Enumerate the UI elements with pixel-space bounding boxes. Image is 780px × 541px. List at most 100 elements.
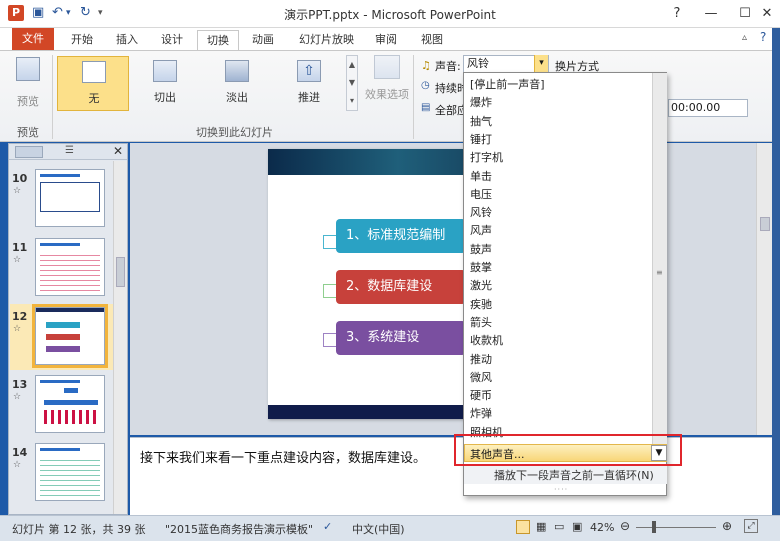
slide-thumbnail-13[interactable] (35, 375, 105, 433)
dropdown-scrollbar[interactable]: ≡ (652, 73, 667, 457)
sound-list-item[interactable]: 爆炸 (468, 94, 648, 112)
sound-list-item[interactable]: [停止前一声音] (468, 76, 648, 94)
thumb-title (40, 243, 80, 246)
sound-list-item[interactable]: 炸弹 (468, 405, 648, 423)
status-bar: 幻灯片 第 12 张，共 39 张 "2015蓝色商务报告演示模板" ✓ 中文(… (0, 515, 780, 541)
sound-list-item[interactable]: 微风 (468, 369, 648, 387)
language: 中文(中国) (352, 523, 405, 536)
transition-none-icon (82, 61, 106, 83)
preview-button[interactable]: 预览 (12, 57, 44, 117)
sound-list-item[interactable]: 硬币 (468, 387, 648, 405)
zoom-in-icon[interactable]: ⊕ (722, 519, 732, 533)
zoom-out-icon[interactable]: ⊖ (620, 519, 630, 533)
notes-text: 接下来我们来看一下重点建设内容，数据库建设。 (140, 451, 427, 466)
sound-list-item[interactable]: 打字机 (468, 149, 648, 167)
slide-number: 10 (12, 172, 28, 185)
zoom-slider-thumb[interactable] (652, 521, 656, 533)
duration-icon: ◷ (421, 80, 430, 91)
slide-star-icon: ☆ (13, 186, 22, 196)
group-separator (52, 55, 53, 139)
preview-icon (16, 57, 40, 81)
slideshow-icon[interactable]: ▣ (572, 520, 582, 533)
sound-select[interactable]: 风铃 ▾ (463, 55, 549, 73)
normal-view-icon[interactable] (516, 520, 530, 534)
slides-scrollbar[interactable] (113, 161, 127, 514)
preview-group-label: 预览 (17, 126, 39, 139)
fit-to-window-icon[interactable]: ⤢ (744, 519, 758, 533)
transition-fade[interactable]: 淡出 (204, 56, 270, 111)
tab-insert[interactable]: 插入 (107, 30, 147, 50)
spellcheck-icon[interactable]: ✓ (323, 520, 332, 533)
help-circle-icon[interactable]: ? (760, 30, 766, 44)
scroll-thumb[interactable] (760, 217, 770, 231)
thumb-pill-2 (46, 334, 80, 340)
thumb-title (40, 448, 80, 451)
minimize-button[interactable]: — (694, 0, 728, 28)
gallery-scroll[interactable]: ▲ ▼ ▾ (346, 55, 358, 111)
sound-list-item[interactable]: 疾驰 (468, 296, 648, 314)
sound-label: 声音: (435, 60, 461, 73)
sound-list-item[interactable]: 箭头 (468, 314, 648, 332)
slide-star-icon: ☆ (13, 324, 22, 334)
scroll-thumb[interactable] (116, 257, 125, 287)
sound-list-item[interactable]: 电压 (468, 186, 648, 204)
tab-review[interactable]: 审阅 (366, 30, 406, 50)
scroll-grip-icon[interactable]: ≡ (656, 268, 663, 277)
slide-item-2[interactable]: 2、数据库建设 (336, 270, 466, 304)
tab-view[interactable]: 视图 (412, 30, 452, 50)
sound-list-item[interactable]: 收款机 (468, 332, 648, 350)
transition-push-label: 推进 (298, 91, 320, 104)
slide-sorter-icon[interactable]: ▦ (536, 520, 546, 533)
slide-thumbnail-14[interactable] (35, 443, 105, 501)
slide-number: 13 (12, 378, 28, 391)
thumb-pill-1 (46, 322, 80, 328)
sound-dropdown-arrow-icon[interactable]: ▾ (534, 55, 548, 73)
slide-thumbnail-10[interactable] (35, 169, 105, 227)
transition-push[interactable]: ⇧ 推进 (276, 56, 342, 111)
tab-file[interactable]: 文件 (12, 28, 54, 50)
loop-option-item[interactable]: 播放下一段声音之前一直循环(N) (464, 464, 667, 484)
editor-scrollbar[interactable] (756, 143, 772, 435)
sound-list-item[interactable]: 风声 (468, 222, 648, 240)
tab-transitions[interactable]: 切换 (197, 30, 239, 50)
sound-list-item[interactable]: 激光 (468, 277, 648, 295)
slide-item-1[interactable]: 1、标准规范编制 (336, 219, 466, 253)
slide-thumbnail-12[interactable] (32, 304, 108, 368)
resize-grip-icon[interactable]: ···· (554, 485, 568, 494)
sound-list-item[interactable]: 抽气 (468, 113, 648, 131)
transition-none[interactable]: 无 (57, 56, 129, 111)
zoom-slider[interactable] (636, 527, 716, 528)
transition-fade-label: 淡出 (226, 91, 248, 104)
sound-list-item[interactable]: 鼓掌 (468, 259, 648, 277)
slide-star-icon: ☆ (13, 255, 22, 265)
slides-tab-icon[interactable] (15, 146, 43, 158)
transition-cut[interactable]: 切出 (132, 56, 198, 111)
close-pane-icon[interactable]: ✕ (113, 144, 123, 158)
close-button[interactable]: ✕ (754, 0, 780, 28)
sound-list-item[interactable]: 鼓声 (468, 241, 648, 259)
sound-list-item[interactable]: 锤打 (468, 131, 648, 149)
sound-list-item[interactable]: 单击 (468, 168, 648, 186)
effect-options-icon (374, 55, 400, 79)
outline-tab-icon[interactable]: ☰ (65, 145, 74, 156)
tab-design[interactable]: 设计 (152, 30, 192, 50)
slide-number: 11 (12, 241, 28, 254)
tab-animations[interactable]: 动画 (243, 30, 283, 50)
thumb-top-band (36, 308, 104, 312)
slide-star-icon: ☆ (13, 392, 22, 402)
thumb-table (40, 456, 100, 496)
collapse-ribbon-icon[interactable]: ▵ (742, 32, 747, 43)
reading-view-icon[interactable]: ▭ (554, 520, 564, 533)
slide-thumbnail-11[interactable] (35, 238, 105, 296)
effect-options-label: 效果选项 (365, 88, 409, 101)
effect-options-button[interactable]: 效果选项 (362, 55, 412, 115)
help-icon[interactable]: ? (660, 0, 694, 28)
slide-item-3[interactable]: 3、系统建设 (336, 321, 466, 355)
time-input[interactable]: 00:00.00 (668, 99, 748, 117)
tab-home[interactable]: 开始 (62, 30, 102, 50)
sound-list-item[interactable]: 推动 (468, 351, 648, 369)
tab-slideshow[interactable]: 幻灯片放映 (290, 30, 363, 50)
title-bar: P ▣ ↶ ▾ ↻ ▾ 演示PPT.pptx - Microsoft Power… (0, 0, 780, 28)
sound-list-item[interactable]: 风铃 (468, 204, 648, 222)
zoom-level[interactable]: 42% (590, 521, 614, 534)
